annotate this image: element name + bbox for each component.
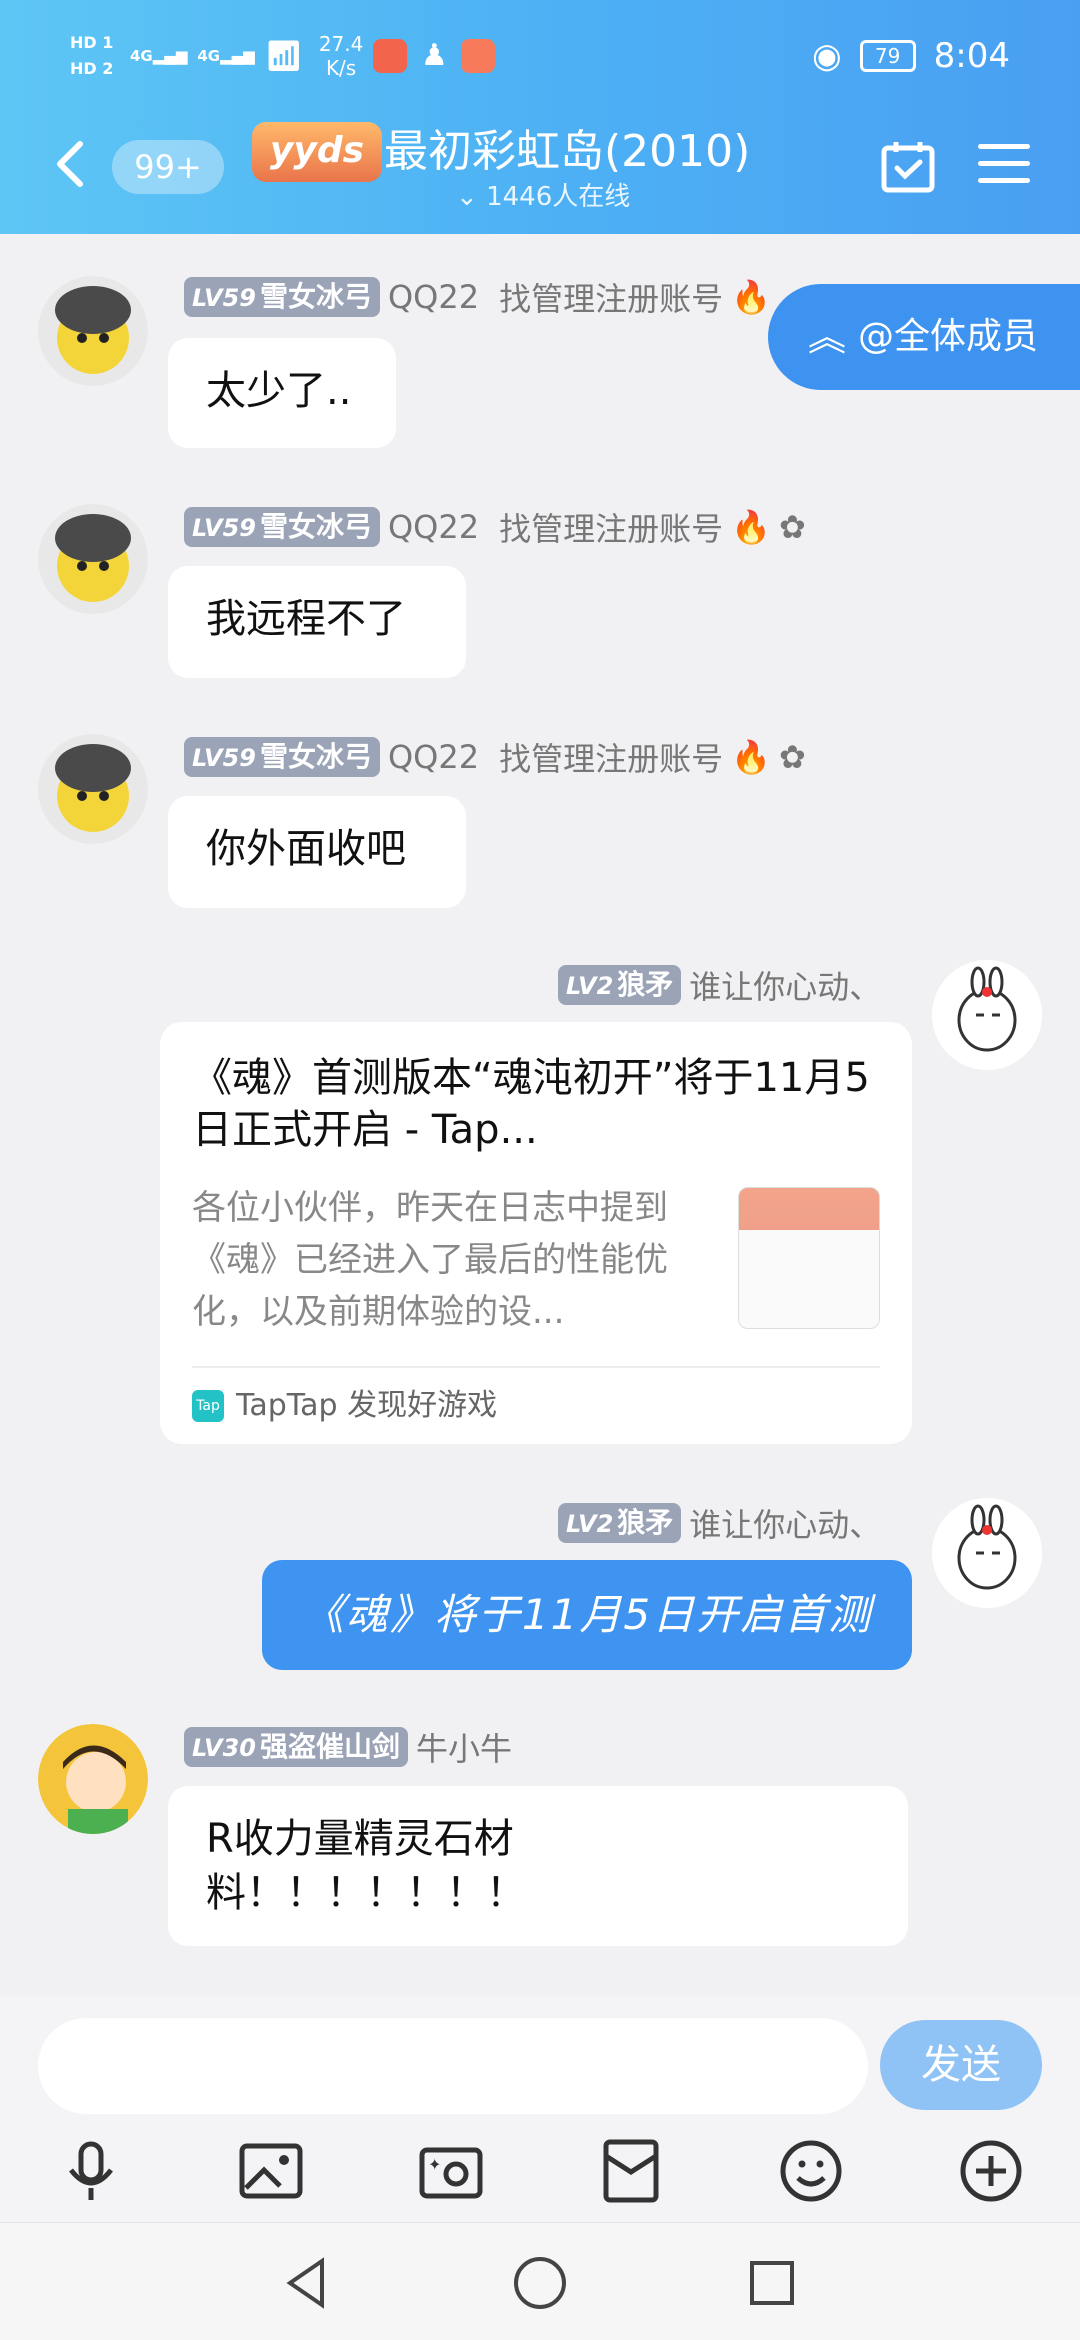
back-button[interactable] [50, 136, 100, 196]
message-bubble[interactable]: 太少了.. [168, 338, 396, 448]
sender-line: LV59 雪女冰弓 QQ22 找管理注册账号 🔥 ✿ [184, 734, 806, 780]
composer: 发送 ✦ [0, 1996, 1080, 2340]
message-bubble-self[interactable]: 《魂》将于11月5日开启首测 [262, 1560, 912, 1670]
camera-icon[interactable]: ✦ [416, 2136, 486, 2206]
home-circle-icon[interactable] [510, 2253, 570, 2313]
group-title[interactable]: 最初彩虹岛(2010) [384, 122, 750, 182]
sender-line: LV2 狼矛 谁让你心动、 [558, 1500, 881, 1546]
eye-icon: ◉ [811, 36, 842, 76]
fire-icon: 🔥 [731, 508, 771, 546]
message-bubble[interactable]: 你外面收吧 [168, 796, 466, 908]
sender-title: 找管理注册账号 [499, 280, 724, 318]
back-triangle-icon[interactable] [278, 2253, 338, 2313]
avatar[interactable] [38, 734, 148, 844]
send-button[interactable]: 发送 [880, 2020, 1042, 2110]
signal-icon-1: 4G▂▄▆ [130, 47, 188, 65]
clock: 8:04 [933, 36, 1010, 76]
battery-icon: 79 [859, 40, 916, 72]
fire-icon: 🔥 [731, 738, 771, 776]
net-speed: 27.4 K/s [318, 32, 364, 80]
sender-name[interactable]: QQ22 [388, 508, 479, 546]
hd1-badge: HD 1 [70, 33, 114, 52]
recents-square-icon[interactable] [742, 2253, 802, 2313]
mention-all-button[interactable]: ︽ @全体成员 [768, 284, 1080, 390]
link-card-description: 各位小伙伴，昨天在日志中提到《魂》已经进入了最后的性能优化，以及前期体验的设..… [192, 1188, 668, 1332]
sender-title: 找管理注册账号 [499, 740, 724, 778]
avatar[interactable] [38, 276, 148, 386]
sender-name[interactable]: 谁让你心动、 [689, 1500, 881, 1546]
online-count: ⌄ 1446人在线 [456, 182, 631, 212]
nav-bar: 99+ yyds 最初彩虹岛(2010) ⌄ 1446人在线 [0, 110, 1080, 234]
link-card-source: Tap TapTap 发现好游戏 [192, 1386, 497, 1426]
shopping-app-icon [461, 39, 496, 73]
level-tag: LV2 狼矛 [558, 965, 682, 1005]
avatar[interactable] [38, 504, 148, 614]
divider [192, 1366, 880, 1368]
level-tag: LV59 雪女冰弓 [184, 737, 380, 777]
sender-line: LV30 强盗催山剑 牛小牛 [184, 1724, 512, 1770]
double-chevron-up-icon: ︽ [808, 315, 847, 359]
level-tag: LV30 强盗催山剑 [184, 1727, 408, 1767]
level-tag: LV2 狼矛 [558, 1503, 682, 1543]
back-arrow-icon [57, 141, 83, 187]
link-card[interactable]: 《魂》首测版本“魂沌初开”将于11月5日正式开启 - Tap... 各位小伙伴，… [160, 1022, 912, 1444]
taptap-icon: Tap [192, 1390, 224, 1422]
chevron-down-circle-icon: ⌄ [456, 182, 487, 212]
emoji-icon[interactable] [776, 2136, 846, 2206]
avatar[interactable] [932, 1498, 1042, 1608]
link-card-thumbnail [738, 1187, 880, 1329]
sender-title: 找管理注册账号 [499, 510, 724, 548]
sender-name[interactable]: 牛小牛 [416, 1724, 512, 1770]
level-tag: LV59 雪女冰弓 [184, 507, 380, 547]
plus-icon[interactable] [956, 2136, 1026, 2206]
sender-name[interactable]: QQ22 [388, 738, 479, 776]
sender-name[interactable]: QQ22 [388, 278, 479, 316]
hd2-badge: HD 2 [70, 59, 114, 78]
sender-name[interactable]: 谁让你心动、 [689, 962, 881, 1008]
qq-penguin-icon: ♟ [420, 38, 448, 73]
microphone-icon[interactable] [56, 2136, 126, 2206]
menu-button[interactable] [978, 144, 1030, 188]
message-bubble[interactable]: 我远程不了 [168, 566, 466, 678]
taobao-app-icon [373, 39, 408, 73]
image-icon[interactable] [236, 2136, 306, 2206]
flower-badge-icon: ✿ [778, 508, 806, 546]
sender-line: LV59 雪女冰弓 QQ22 找管理注册账号 🔥 [184, 274, 771, 320]
status-right: ◉ 79 8:04 [812, 36, 1010, 76]
message-bubble[interactable]: R收力量精灵石材 料！！！！！！！ [168, 1786, 908, 1946]
system-nav-bar [0, 2222, 1080, 2340]
red-packet-icon[interactable] [596, 2136, 666, 2206]
fire-icon: 🔥 [731, 278, 771, 316]
sender-line: LV59 雪女冰弓 QQ22 找管理注册账号 🔥 ✿ [184, 504, 806, 550]
signal-icon-2: 4G▂▄▆ [197, 47, 255, 65]
flower-badge-icon: ✿ [778, 738, 806, 776]
link-card-title: 《魂》首测版本“魂沌初开”将于11月5日正式开启 - Tap... [192, 1055, 870, 1153]
sender-line: LV2 狼矛 谁让你心动、 [558, 962, 881, 1008]
wifi-icon: 📶︎ [264, 38, 303, 74]
status-left: HD 1 HD 2 4G▂▄▆ 4G▂▄▆ 📶︎ 27.4 K/s ♟ [70, 30, 496, 82]
level-tag: LV59 雪女冰弓 [184, 277, 380, 317]
avatar[interactable] [932, 960, 1042, 1070]
status-bar: HD 1 HD 2 4G▂▄▆ 4G▂▄▆ 📶︎ 27.4 K/s ♟ ◉ 79… [0, 0, 1080, 120]
chat-header: HD 1 HD 2 4G▂▄▆ 4G▂▄▆ 📶︎ 27.4 K/s ♟ ◉ 79… [0, 0, 1080, 234]
calendar-check-button[interactable] [880, 138, 936, 194]
composer-toolbar: ✦ [0, 2136, 1080, 2232]
group-logo: yyds [252, 122, 382, 182]
calendar-check-icon [881, 142, 935, 193]
avatar[interactable] [38, 1724, 148, 1834]
message-input[interactable] [38, 2018, 868, 2114]
unread-count-badge[interactable]: 99+ [112, 140, 224, 194]
svg-text:✦: ✦ [428, 2155, 441, 2174]
